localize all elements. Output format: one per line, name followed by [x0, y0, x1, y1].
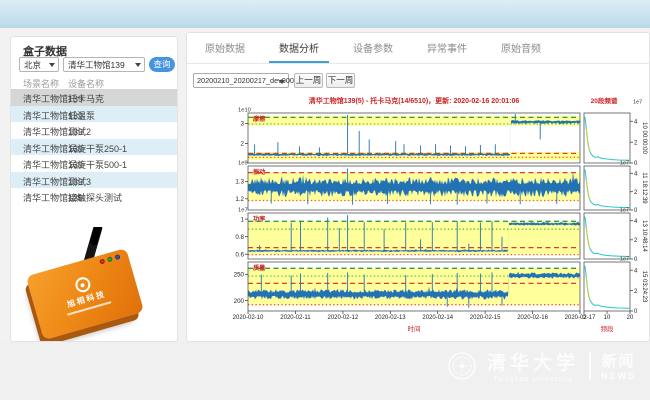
tab-3[interactable]: 设备参数 [343, 33, 403, 63]
svg-text:2020-02-13: 2020-02-13 [375, 315, 406, 321]
svg-text:15 03:24:23: 15 03:24:23 [641, 271, 647, 303]
tab-1[interactable]: 原始数据 [195, 33, 255, 63]
svg-text:时间: 时间 [408, 324, 421, 333]
tab-2[interactable]: 数据分析 [269, 33, 329, 63]
top-header-band [0, 0, 650, 28]
svg-text:1e7: 1e7 [633, 100, 642, 106]
svg-text:1e7: 1e7 [620, 161, 629, 167]
svg-text:1e7: 1e7 [620, 257, 629, 263]
svg-text:0: 0 [634, 309, 638, 315]
tabs-divider [187, 63, 649, 64]
analysis-chart: 清华工物馆139(5) - 托卡马克(14/6510)，更新: 2020-02-… [228, 94, 650, 340]
table-row[interactable]: 清华工物馆139测试3 [11, 172, 177, 189]
led-indicators [99, 254, 121, 265]
svg-text:1: 1 [241, 216, 245, 223]
device-list-panel: 盒子数据 北京 清华工物馆139 查询 场景名称 设备名称 清华工物馆139托卡… [10, 36, 178, 342]
svg-text:0.8: 0.8 [235, 234, 244, 241]
table-row[interactable]: 清华工物馆139托卡马克 [11, 89, 177, 106]
svg-text:1.3: 1.3 [235, 179, 244, 186]
table-row[interactable]: 清华工物馆139测试2 [11, 122, 177, 139]
tab-4[interactable]: 异常事件 [417, 33, 477, 63]
news-badge: 新闻 NEWS [601, 350, 636, 381]
svg-text:振动: 振动 [253, 168, 265, 176]
svg-text:2020-02-17: 2020-02-17 [565, 315, 596, 321]
svg-text:4: 4 [634, 219, 638, 225]
chevron-down-icon [279, 80, 285, 84]
svg-text:2: 2 [241, 141, 245, 148]
led-green [107, 256, 113, 262]
svg-text:2020-02-16: 2020-02-16 [517, 315, 548, 321]
table-row[interactable]: 清华工物馆139涡旋干泵250-1 [11, 139, 177, 156]
tabs: 原始数据数据分析设备参数异常事件原始音频 [195, 33, 551, 63]
device-box: 旭相科技 [26, 248, 144, 340]
svg-text:频段: 频段 [601, 324, 615, 333]
svg-text:10: 10 [604, 315, 611, 321]
svg-text:20段频谱: 20段频谱 [591, 96, 618, 105]
svg-text:13 10:48:14: 13 10:48:14 [641, 220, 647, 252]
svg-text:2: 2 [634, 289, 638, 295]
device-photo: 旭相科技 [15, 227, 165, 341]
svg-text:250: 250 [234, 272, 245, 279]
svg-text:0: 0 [634, 161, 638, 167]
university-name: 清华大学 Tsinghua University [487, 348, 579, 383]
svg-text:2020-02-14: 2020-02-14 [422, 315, 453, 321]
footer: 清华大学 Tsinghua University 新闻 NEWS [0, 342, 650, 400]
svg-text:2020-02-10: 2020-02-10 [233, 315, 264, 321]
svg-text:200: 200 [234, 298, 245, 305]
svg-text:11 18:12:39: 11 18:12:39 [641, 172, 647, 204]
table-row[interactable]: 清华工物馆139接触探头测试 [11, 188, 177, 205]
svg-text:质量: 质量 [253, 264, 266, 272]
svg-text:4: 4 [634, 120, 638, 126]
svg-text:摩擦: 摩擦 [252, 115, 266, 123]
svg-text:4: 4 [634, 268, 638, 274]
device-table: 清华工物馆139托卡马克清华工物馆139低温泵清华工物馆139测试2清华工物馆1… [11, 89, 177, 205]
search-button[interactable]: 查询 [149, 57, 175, 72]
svg-text:1e7: 1e7 [620, 208, 629, 214]
table-row[interactable]: 清华工物馆139涡旋干泵500-1 [11, 155, 177, 172]
scene-select[interactable]: 清华工物馆139 [63, 57, 145, 72]
region-select[interactable]: 北京 [19, 57, 59, 72]
svg-text:0.6: 0.6 [235, 251, 244, 258]
led-blue [114, 254, 120, 260]
svg-text:2020-02-15: 2020-02-15 [470, 315, 501, 321]
led-red [99, 258, 105, 264]
svg-text:10 00:00:00: 10 00:00:00 [641, 122, 647, 154]
table-row[interactable]: 清华工物馆139低温泵 [11, 106, 177, 123]
svg-text:1.2: 1.2 [235, 196, 244, 203]
svg-text:功率: 功率 [253, 215, 266, 223]
watermark-divider [589, 352, 591, 380]
week-file-select[interactable]: 20200210_20200217_dev00014 [193, 73, 289, 88]
chevron-down-icon [135, 63, 141, 67]
tsinghua-watermark: 清华大学 Tsinghua University 新闻 NEWS [447, 348, 636, 383]
svg-text:0: 0 [634, 208, 638, 214]
svg-text:清华工物馆139(5) - 托卡马克(14/6510)，更新: 清华工物馆139(5) - 托卡马克(14/6510)，更新: 2020-02-… [309, 96, 520, 105]
svg-text:1e9: 1e9 [238, 161, 248, 167]
svg-text:4: 4 [634, 172, 638, 178]
svg-text:2: 2 [634, 238, 638, 244]
svg-text:1e7: 1e7 [238, 208, 248, 214]
svg-text:2020-02-12: 2020-02-12 [328, 315, 359, 321]
prev-week-button[interactable]: 上一周 [294, 73, 323, 88]
svg-text:0: 0 [634, 257, 638, 263]
next-week-button[interactable]: 下一周 [326, 73, 355, 88]
chevron-down-icon [49, 63, 55, 67]
vendor-logo-icon [73, 276, 92, 295]
tab-5[interactable]: 原始音频 [491, 33, 551, 63]
tsinghua-seal-icon [447, 351, 477, 381]
svg-text:20: 20 [627, 315, 634, 321]
svg-text:2: 2 [634, 140, 638, 146]
svg-text:2020-02-11: 2020-02-11 [280, 315, 311, 321]
svg-text:3: 3 [241, 121, 245, 128]
svg-text:2: 2 [634, 190, 638, 196]
svg-text:1e10: 1e10 [238, 108, 251, 114]
